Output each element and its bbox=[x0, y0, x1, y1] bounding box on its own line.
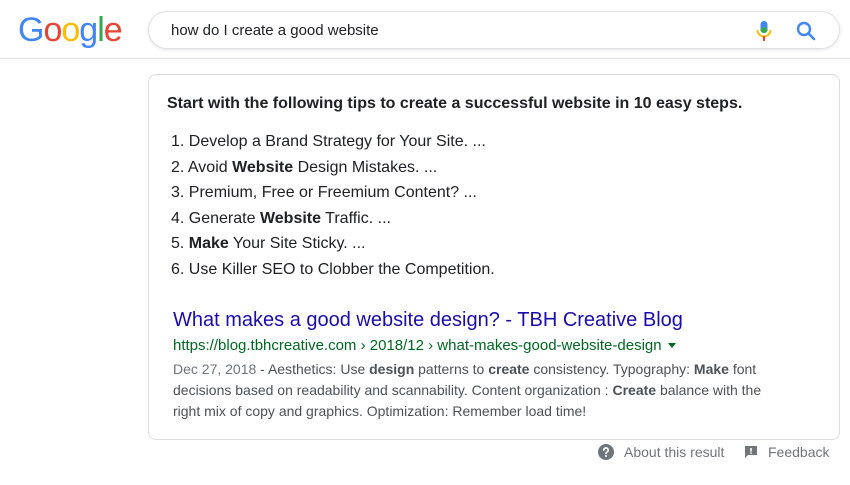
text-run: Design Mistakes. ... bbox=[293, 158, 438, 176]
logo-letter: o bbox=[43, 11, 62, 49]
logo-letter: G bbox=[18, 11, 44, 49]
result-url-text: https://blog.tbhcreative.com › 2018/12 ›… bbox=[173, 337, 662, 354]
text-run: 1. Develop a Brand Strategy for Your Sit… bbox=[171, 133, 486, 150]
text-run: 2. Avoid bbox=[171, 158, 233, 176]
bold-text: Create bbox=[612, 382, 657, 398]
result-title-link[interactable]: What makes a good website design? - TBH … bbox=[173, 309, 683, 332]
tip-item: 2. Avoid Website Design Mistakes. ... bbox=[171, 155, 495, 181]
tips-list: 1. Develop a Brand Strategy for Your Sit… bbox=[171, 129, 495, 283]
tip-item: 5. Make Your Site Sticky. ... bbox=[171, 231, 495, 257]
featured-snippet-card: Start with the following tips to create … bbox=[148, 74, 840, 440]
url-dropdown-caret-icon[interactable] bbox=[667, 342, 676, 348]
top-bar: Google bbox=[0, 0, 850, 59]
tip-item: 1. Develop a Brand Strategy for Your Sit… bbox=[171, 129, 495, 155]
question-circle-icon bbox=[598, 444, 614, 460]
google-logo[interactable]: Google bbox=[18, 11, 123, 49]
text-run: Your Site Sticky. ... bbox=[228, 235, 366, 253]
text-run: 6. Use Killer SEO to Clobber the Competi… bbox=[171, 260, 495, 278]
bold-text: Website bbox=[232, 158, 294, 176]
result-snippet: Dec 27, 2018 - Aesthetics: Use design pa… bbox=[173, 359, 773, 422]
bold-text: design bbox=[369, 361, 415, 377]
search-box bbox=[148, 11, 840, 49]
about-this-result-link[interactable]: About this result bbox=[598, 444, 724, 460]
microphone-icon[interactable] bbox=[755, 20, 773, 42]
tip-item: 4. Generate Website Traffic. ... bbox=[171, 206, 495, 232]
feedback-link[interactable]: Feedback bbox=[744, 444, 829, 460]
text-run: patterns to bbox=[414, 361, 489, 377]
text-run: - Aesthetics: Use bbox=[256, 361, 370, 377]
bold-text: Website bbox=[259, 209, 322, 227]
bold-text: Make bbox=[188, 235, 229, 253]
result-url[interactable]: https://blog.tbhcreative.com › 2018/12 ›… bbox=[173, 337, 676, 354]
bold-text: Make bbox=[693, 361, 729, 377]
snippet-text: - Aesthetics: Use design patterns to cre… bbox=[173, 361, 761, 419]
magnifier-icon[interactable] bbox=[795, 20, 817, 42]
tip-item: 6. Use Killer SEO to Clobber the Competi… bbox=[171, 257, 495, 283]
logo-letter: o bbox=[61, 11, 80, 49]
feedback-flag-icon bbox=[745, 446, 757, 458]
feedback-label: Feedback bbox=[768, 444, 830, 460]
about-label: About this result bbox=[624, 444, 725, 460]
logo-letter: g bbox=[79, 11, 98, 49]
text-run: 3. Premium, Free or Freemium Content? ..… bbox=[171, 184, 477, 202]
text-run: Traffic. ... bbox=[321, 209, 391, 227]
text-run: 4. Generate bbox=[171, 209, 260, 227]
tip-item: 3. Premium, Free or Freemium Content? ..… bbox=[171, 180, 495, 206]
snippet-heading: Start with the following tips to create … bbox=[167, 95, 743, 112]
text-run: 5. bbox=[171, 235, 189, 253]
bold-text: create bbox=[488, 361, 530, 377]
search-input[interactable] bbox=[171, 12, 731, 48]
logo-letter: e bbox=[103, 11, 123, 49]
text-run: consistency. Typography: bbox=[529, 361, 694, 377]
result-date: Dec 27, 2018 bbox=[173, 361, 257, 377]
